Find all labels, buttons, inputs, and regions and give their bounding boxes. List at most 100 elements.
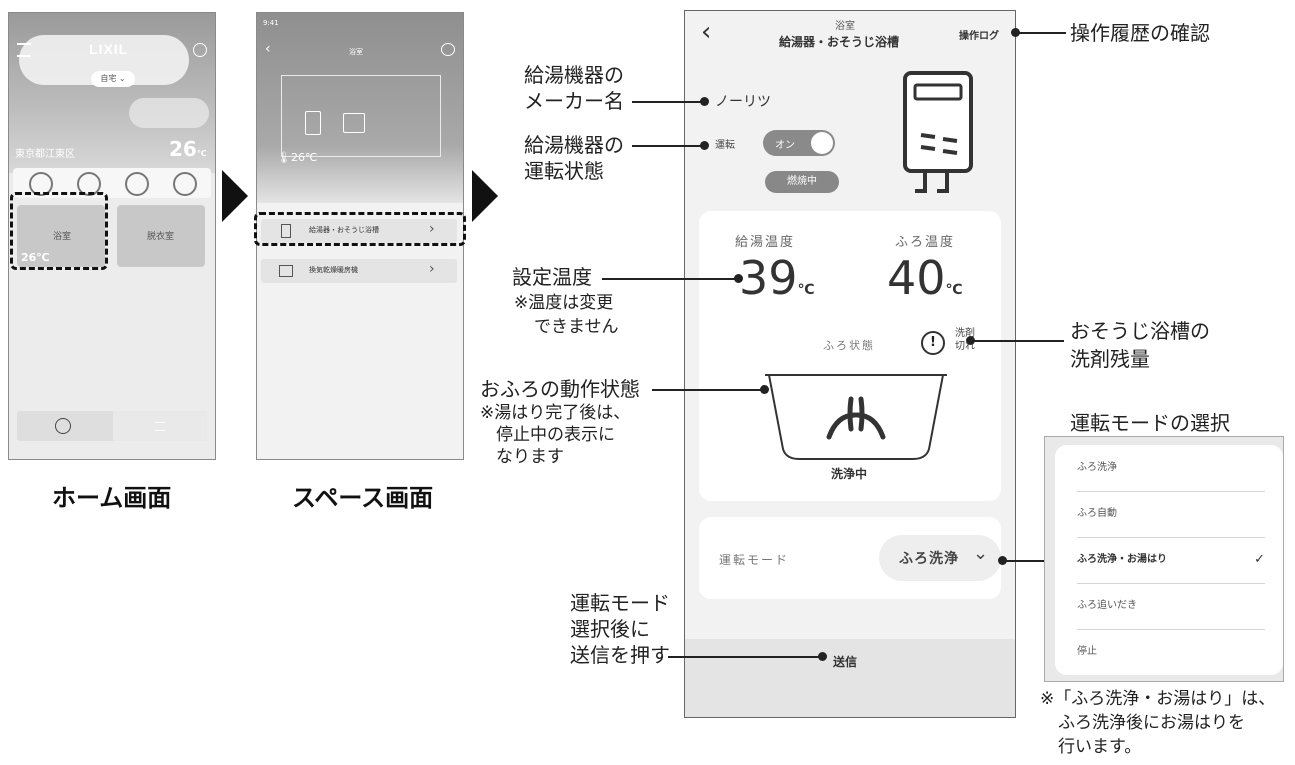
mode-option-label: ふろ洗浄・お湯はり bbox=[1077, 554, 1167, 565]
mode-dropdown[interactable]: ふろ洗浄 ⌄ bbox=[879, 535, 1001, 581]
water-heater-icon bbox=[305, 111, 321, 135]
mode-option[interactable]: ふろ追いだき bbox=[1077, 583, 1265, 630]
temp-unit: ℃ bbox=[797, 282, 815, 298]
thermometer-icon: 🌡 bbox=[277, 151, 291, 164]
chat-icon[interactable] bbox=[193, 43, 207, 57]
mode-option[interactable]: ふろ洗浄 bbox=[1077, 445, 1265, 492]
cloud-shape bbox=[129, 98, 209, 128]
bathtub-illustration bbox=[765, 374, 947, 460]
toggle-knob bbox=[811, 132, 833, 154]
mode-note-line2: ふろ洗浄後にお湯はりを bbox=[1058, 713, 1245, 733]
callout-send-line2: 選択後に bbox=[570, 617, 650, 641]
hot-water-temp: 39℃ bbox=[739, 251, 815, 305]
room-name: 脱衣室 bbox=[147, 232, 175, 242]
callout-status-line2: 運転状態 bbox=[524, 159, 604, 183]
location-pill[interactable]: 自宅 ⌄ bbox=[91, 71, 135, 87]
checkmark-icon: ✓ bbox=[1254, 552, 1265, 567]
avatar[interactable] bbox=[125, 172, 149, 196]
highlight-frame bbox=[254, 212, 466, 246]
hot-water-label: 給湯温度 bbox=[735, 235, 796, 250]
room-temp-value: 26℃ bbox=[290, 151, 318, 164]
callout-line bbox=[970, 340, 1064, 342]
ventilator-icon bbox=[279, 265, 293, 277]
callout-detergent-line1: おそうじ浴槽の bbox=[1070, 319, 1210, 343]
app-logo: LIXIL bbox=[89, 41, 129, 57]
callout-send-line1: 運転モード bbox=[570, 591, 670, 615]
home-tab-icon[interactable] bbox=[55, 418, 71, 434]
burning-badge: 燃焼中 bbox=[765, 171, 839, 193]
bath-temp: 40℃ bbox=[887, 251, 963, 305]
avatar[interactable] bbox=[173, 172, 197, 196]
callout-dot bbox=[734, 274, 743, 283]
room-temp: 🌡26℃ bbox=[277, 151, 317, 164]
power-toggle[interactable]: オン bbox=[763, 130, 835, 156]
outdoor-temp-value: 26 bbox=[169, 137, 197, 161]
callout-maker-line2: メーカー名 bbox=[524, 89, 624, 113]
mode-option[interactable]: 停止 bbox=[1077, 629, 1265, 675]
back-icon[interactable]: ‹ bbox=[265, 41, 271, 57]
operation-log-button[interactable]: 操作ログ bbox=[959, 27, 999, 42]
location-label: 自宅 bbox=[100, 74, 117, 83]
flow-arrow bbox=[222, 170, 248, 222]
callout-status-line1: 給湯機器の bbox=[524, 133, 624, 157]
ventilator-icon bbox=[343, 113, 365, 133]
area-label: 東京都江東区 bbox=[15, 149, 75, 160]
mode-card: 運転モード ふろ洗浄 ⌄ bbox=[699, 517, 1001, 599]
callout-line bbox=[668, 656, 822, 658]
wash-spray-icon bbox=[826, 396, 886, 440]
callout-line bbox=[1016, 32, 1066, 34]
chevron-right-icon: › bbox=[429, 261, 435, 277]
send-button[interactable]: 送信 bbox=[833, 653, 857, 670]
mode-dropdown-value: ふろ洗浄 bbox=[899, 551, 959, 567]
callout-log: 操作履歴の確認 bbox=[1070, 21, 1210, 45]
device-detail-screen: ‹ 浴室 給湯器・おそうじ浴槽 操作ログ ノーリツ 運転 オン 燃焼中 給湯温度… bbox=[684, 10, 1016, 718]
maker-name: ノーリツ bbox=[715, 94, 771, 110]
callout-setting-temp: 設定温度 bbox=[512, 265, 592, 289]
mode-label: 運転モード bbox=[719, 553, 790, 567]
callout-line bbox=[632, 145, 704, 147]
run-label: 運転 bbox=[715, 140, 735, 151]
flow-arrow bbox=[472, 170, 498, 222]
space-caption: スペース画面 bbox=[292, 484, 434, 512]
callout-line bbox=[632, 101, 704, 103]
menu-icon[interactable] bbox=[17, 43, 31, 57]
room-card-dressing[interactable]: 脱衣室 bbox=[117, 205, 205, 267]
callout-dot bbox=[700, 97, 709, 106]
mode-note-line1: ※「ふろ洗浄・お湯はり」は、 bbox=[1040, 689, 1276, 709]
callout-line bbox=[1002, 560, 1044, 562]
callout-maker-line1: 給湯機器の bbox=[524, 63, 624, 87]
callout-bath-action-note2: 停止中の表示に bbox=[496, 425, 615, 445]
bottom-tab-bar bbox=[17, 411, 207, 441]
status-card: 給湯温度 ふろ温度 39℃ 40℃ ふろ状態 ! 洗剤切れ 洗浄中 bbox=[699, 211, 1001, 501]
callout-bath-action-note3: なります bbox=[496, 447, 564, 467]
device-name: 換気乾燥暖房機 bbox=[309, 266, 358, 274]
tub-status: 洗浄中 bbox=[831, 467, 868, 481]
callout-line bbox=[652, 389, 764, 391]
device-row-ventilator[interactable]: 換気乾燥暖房機 › bbox=[261, 259, 457, 283]
space-title: 浴室 bbox=[349, 48, 363, 56]
hot-water-temp-value: 39 bbox=[739, 251, 798, 305]
callout-bath-action: おふろの動作状態 bbox=[480, 377, 640, 401]
warning-icon: ! bbox=[921, 331, 945, 355]
bath-temp-label: ふろ温度 bbox=[895, 235, 956, 250]
callout-setting-temp-note1: ※温度は変更 bbox=[514, 293, 614, 313]
bath-temp-value: 40 bbox=[887, 251, 946, 305]
status-time: 9:41 bbox=[263, 19, 279, 27]
callout-dot bbox=[818, 652, 827, 661]
callout-dot bbox=[760, 385, 769, 394]
temp-unit: ℃ bbox=[945, 282, 963, 298]
back-icon[interactable]: ‹ bbox=[701, 17, 711, 47]
chat-icon[interactable] bbox=[441, 43, 455, 56]
home-caption: ホーム画面 bbox=[52, 484, 172, 512]
callout-detergent-line2: 洗剤残量 bbox=[1070, 347, 1150, 371]
callout-send-line3: 送信を押す bbox=[570, 643, 670, 667]
chevron-down-icon: ⌄ bbox=[118, 74, 126, 83]
chevron-down-icon: ⌄ bbox=[973, 543, 989, 564]
callout-bath-action-note1: ※湯はり完了後は、 bbox=[480, 403, 631, 423]
mode-option[interactable]: ふろ自動 bbox=[1077, 491, 1265, 538]
toggle-label: オン bbox=[775, 140, 795, 151]
callout-dot bbox=[700, 141, 709, 150]
mode-option-selected[interactable]: ふろ洗浄・お湯はり ✓ bbox=[1077, 537, 1265, 584]
list-tab-icon bbox=[155, 422, 165, 431]
mode-options-list: ふろ洗浄 ふろ自動 ふろ洗浄・お湯はり ✓ ふろ追いだき 停止 bbox=[1055, 445, 1283, 675]
